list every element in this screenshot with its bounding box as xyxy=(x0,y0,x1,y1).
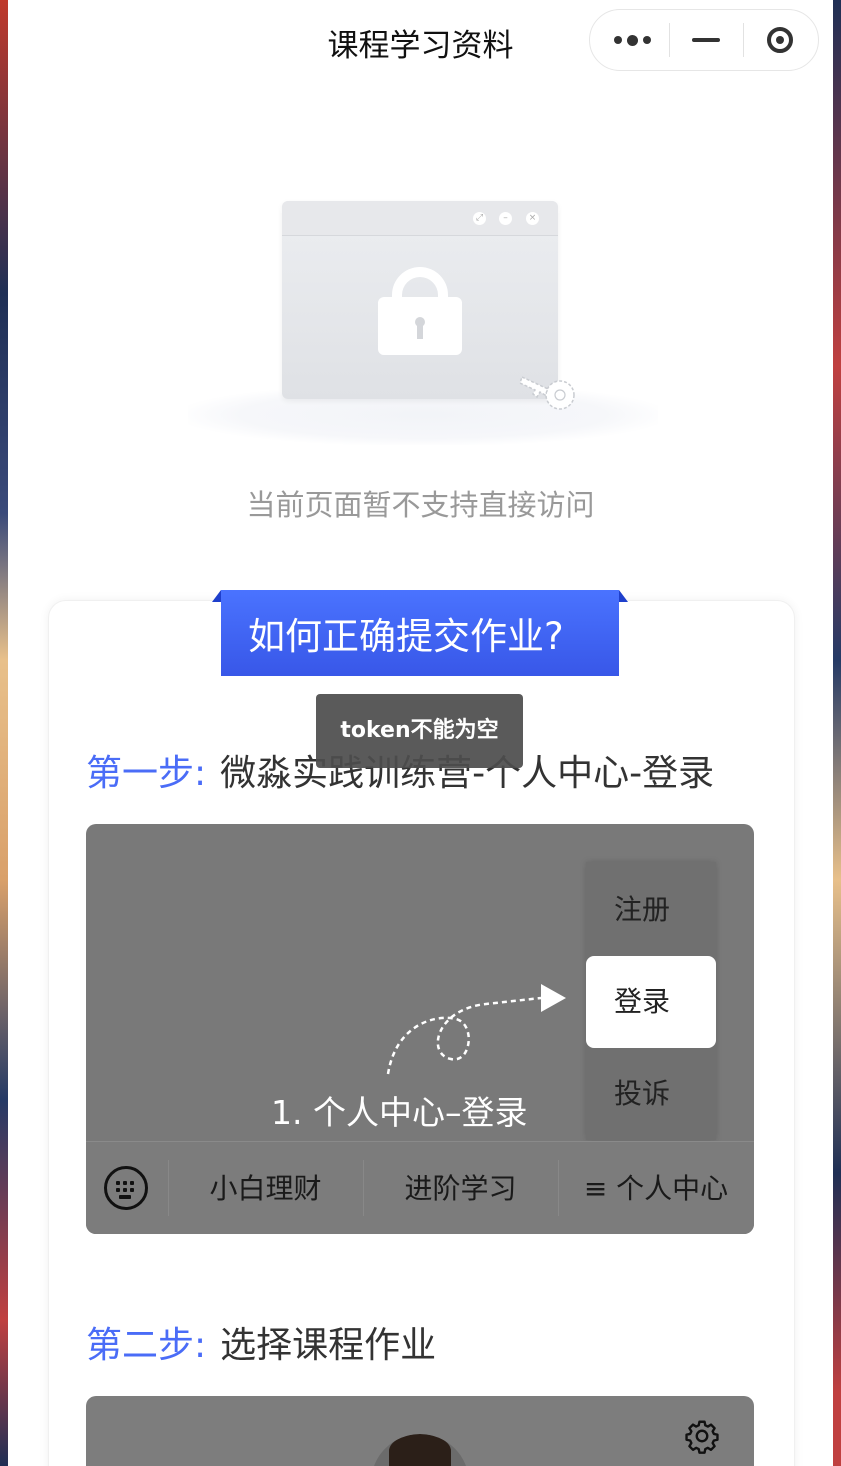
ribbon-fold xyxy=(212,590,221,602)
popup-menu: 注册 登录 投诉 xyxy=(586,862,716,1140)
error-toast: token不能为空 xyxy=(316,694,523,768)
chat-menu-bar: 小白理财 进阶学习 ≡ 个人中心 xyxy=(86,1141,754,1234)
gear-icon xyxy=(685,1420,719,1454)
tab-advanced-learning: 进阶学习 xyxy=(404,1172,517,1205)
background-right-edge xyxy=(833,0,841,1466)
step-two: 第二步: 选择课程作业 xyxy=(86,1316,436,1368)
step-label: 第一步: xyxy=(86,753,207,794)
empty-state-message: 当前页面暂不支持直接访问 xyxy=(246,488,595,522)
more-dots-icon xyxy=(613,34,651,46)
locked-window-illustration: ⤢ – × xyxy=(178,195,678,445)
close-button[interactable] xyxy=(744,10,816,70)
browser-window-graphic: ⤢ – × xyxy=(282,201,558,399)
avatar xyxy=(371,1434,469,1466)
tab-beginner-finance: 小白理财 xyxy=(209,1172,322,1205)
capsule-menu xyxy=(589,9,819,71)
menu-item-register: 注册 xyxy=(614,893,671,926)
window-titlebar: ⤢ – × xyxy=(282,201,558,236)
navigation-bar: 课程学习资料 xyxy=(8,0,833,80)
key-icon xyxy=(519,375,575,410)
step-one-screenshot: 注册 登录 投诉 1. 个人中心–登录 小白理财 进阶学习 ≡ 个人中心 xyxy=(86,824,754,1234)
step-label: 第二步: xyxy=(86,1325,207,1366)
more-button[interactable] xyxy=(596,10,668,70)
step-two-screenshot xyxy=(86,1396,754,1466)
tab-personal-center: ≡ 个人中心 xyxy=(583,1172,729,1205)
close-icon: × xyxy=(526,212,539,225)
guide-title-ribbon: 如何正确提交作业? xyxy=(221,590,619,676)
mini-program-page: 课程学习资料 ⤢ – × 当前页面暂不支持直接访问 如何正确提交作业? toke… xyxy=(8,0,833,1466)
minimize-icon xyxy=(692,38,720,42)
minimize-button[interactable] xyxy=(670,10,742,70)
ribbon-fold xyxy=(619,590,628,602)
minimize-icon: – xyxy=(499,212,512,225)
step-text: 选择课程作业 xyxy=(220,1325,437,1366)
menu-item-login: 登录 xyxy=(586,956,716,1048)
target-circle-icon xyxy=(767,27,793,53)
menu-item-complaint: 投诉 xyxy=(614,1077,671,1110)
screenshot-caption: 1. 个人中心–登录 xyxy=(271,1093,528,1132)
guide-title: 如何正确提交作业? xyxy=(248,615,564,658)
expand-icon: ⤢ xyxy=(473,212,486,225)
keyboard-icon xyxy=(104,1166,148,1210)
background-left-edge xyxy=(0,0,8,1466)
keyhole xyxy=(417,323,423,339)
